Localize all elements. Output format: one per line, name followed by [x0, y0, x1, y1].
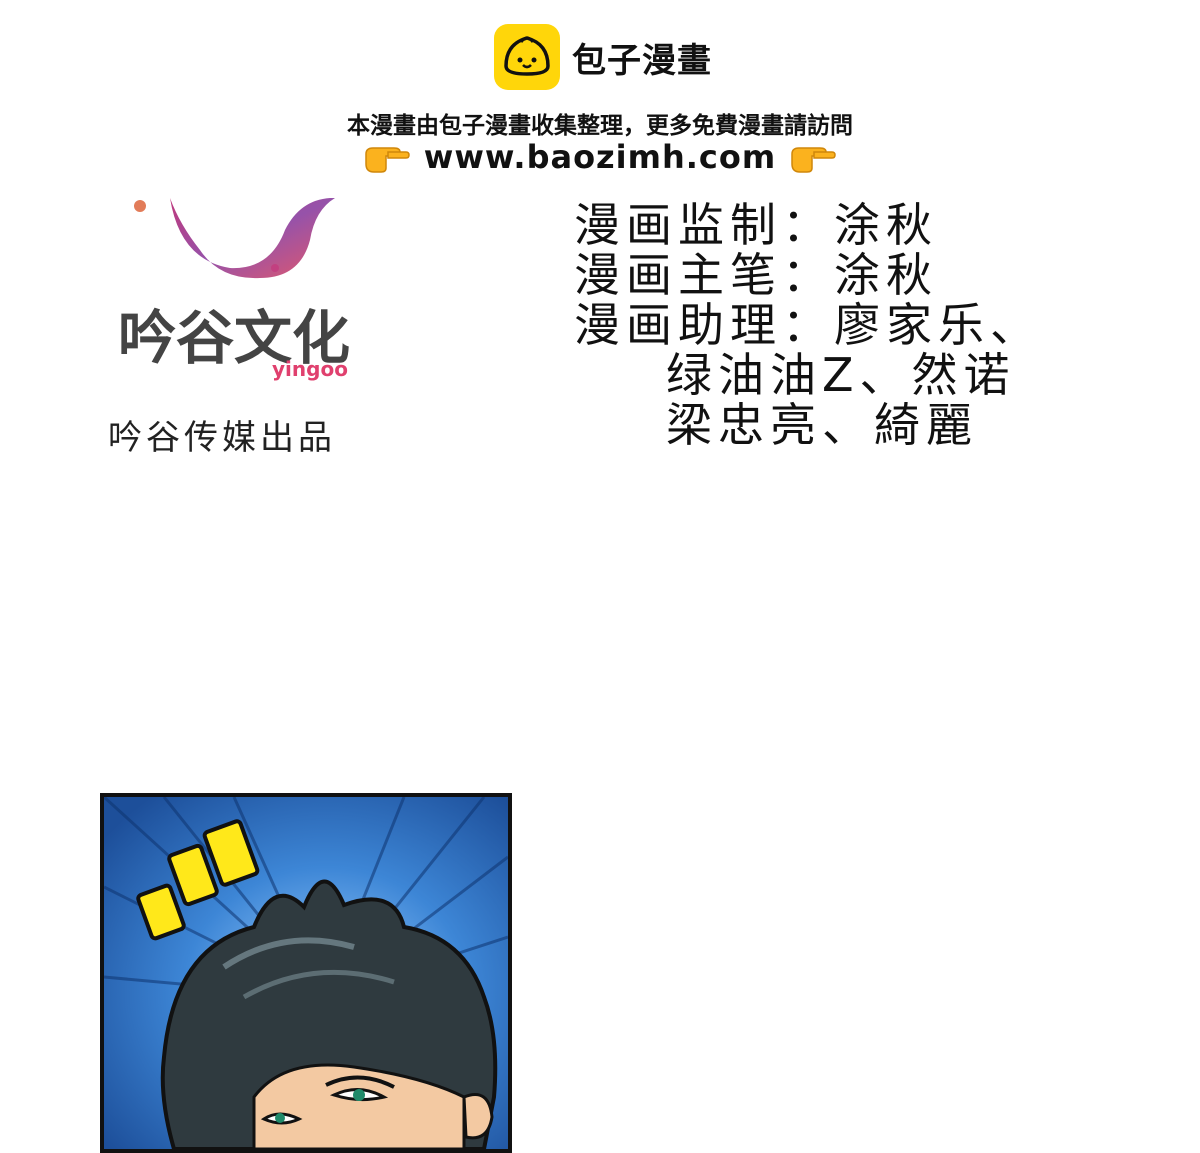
credit-assistants-cont: 梁忠亮、綺麗	[666, 398, 978, 452]
pointing-hand-icon	[791, 147, 836, 173]
site-brand[interactable]: 包子漫畫	[492, 22, 712, 92]
credit-supervisor: 漫画监制：涂秋	[574, 198, 938, 252]
url-row: www.baozimh.com	[0, 138, 1200, 176]
comic-panel	[100, 793, 512, 1153]
logo-subtext: yingoo	[272, 357, 348, 381]
bun-logo-icon	[494, 24, 560, 90]
publisher-credit: 吟谷传媒出品	[108, 418, 336, 458]
site-url-link[interactable]: www.baozimh.com	[424, 138, 776, 176]
site-notice: 本漫畫由包子漫畫收集整理，更多免費漫畫請訪問	[347, 113, 853, 139]
staff-credits: 漫画监制：涂秋 漫画主笔：涂秋 漫画助理：廖家乐、 绿油油Z、然诺 梁忠亮、綺麗	[574, 200, 1042, 450]
credit-assistants-cont: 绿油油Z、然诺	[666, 348, 1016, 402]
comic-illustration	[104, 797, 508, 1149]
credit-lead-artist: 漫画主笔：涂秋	[574, 248, 938, 302]
credit-assistants: 漫画助理：廖家乐、	[574, 298, 1042, 352]
site-name: 包子漫畫	[572, 40, 712, 81]
pointing-hand-icon	[365, 147, 410, 173]
publisher-logo: 吟谷文化 yingoo	[118, 198, 350, 381]
